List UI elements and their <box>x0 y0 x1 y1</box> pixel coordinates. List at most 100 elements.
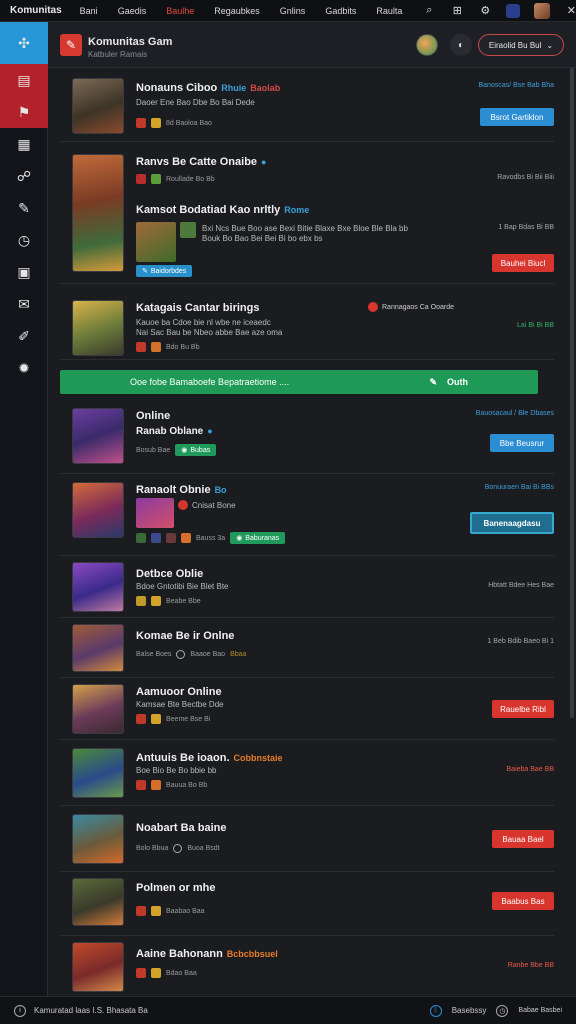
tag-icon <box>151 714 161 724</box>
banner-action[interactable]: Outh <box>447 377 468 388</box>
page-subtitle: Katbuler Ramais <box>88 50 148 59</box>
list-item[interactable]: Aaine Bahonann Bcbcbbsuel Bdao Baa Ranbe … <box>60 938 554 996</box>
tag-icon <box>151 118 161 128</box>
notification-badge-icon[interactable] <box>506 3 521 18</box>
list-item[interactable]: Aamuoor Online Kamsae Bte Bectbe Dde Bee… <box>60 680 554 740</box>
alert-icon <box>368 302 378 312</box>
action-button[interactable]: Bauhei Biucl <box>492 254 554 272</box>
sidebar-brush-icon[interactable]: ✐ <box>0 320 48 352</box>
genre-icon <box>136 968 146 978</box>
game-thumbnail <box>72 878 124 926</box>
banner-text: Ooe fobe Bamaboefe Bepatraetiome .... <box>130 377 290 387</box>
game-thumbnail <box>72 78 124 134</box>
status-bar: i Kamuratad laas I.S. Bhasata Ba ᛒ Baseb… <box>0 996 576 1024</box>
list-item[interactable]: Online Ranab Oblane ● Bosub Bae ◉ Bubas Bau… <box>60 402 554 474</box>
genre-icon <box>136 780 146 790</box>
sidebar-home-icon[interactable]: ✣ <box>0 22 48 64</box>
sidebar-store-icon[interactable]: ▤ <box>0 64 48 96</box>
list-item[interactable]: Antuuis Be ioaon. Cobbnstaie Boe Bio Be B… <box>60 742 554 806</box>
menu-item[interactable]: Regaubkes <box>214 6 260 16</box>
primary-action-button[interactable]: Banenaagdasu <box>470 512 554 534</box>
item-meta: 8d Baoloa Bao <box>136 118 212 128</box>
gamepad-icon[interactable]: ⊞ <box>450 4 464 18</box>
list-item[interactable]: Polmen or mhe Baabao Baa Baabus Bas <box>60 874 554 936</box>
tag-icon <box>151 906 161 916</box>
item-subtitle: Kamsot Bodatiad Kao nrltly Rome <box>136 204 310 216</box>
join-button[interactable]: Bsrot Gartiklon <box>480 108 554 126</box>
filter-dropdown[interactable]: Eiraolid Bu Bul ⌄ <box>478 34 564 56</box>
item-description-2: Bouk Bo Bao Bei Bei Bi bo ebx bs <box>202 234 323 243</box>
promo-banner[interactable]: Ooe fobe Bamaboefe Bepatraetiome .... ✎ O… <box>60 370 538 394</box>
item-meta: Roullade Bo Bb <box>136 174 215 184</box>
clock-icon[interactable]: ◷ <box>496 1004 509 1017</box>
scrollbar[interactable] <box>568 68 576 996</box>
sidebar-library-icon[interactable]: ▦ <box>0 128 48 160</box>
sub-thumbnail <box>136 222 176 262</box>
genre-icon <box>136 596 146 606</box>
sidebar-tools-icon[interactable]: ✎ <box>0 192 48 224</box>
clock-icon <box>173 844 183 853</box>
live-icon <box>178 500 188 510</box>
game-thumbnail <box>72 300 124 356</box>
community-list: Nonauns Ciboo Rhuie Baolab Daoer Ene Bao D… <box>48 68 568 996</box>
user-avatar[interactable] <box>534 2 551 19</box>
action-button[interactable]: Bauaa Bael <box>492 830 554 848</box>
item-title: Online <box>136 410 171 422</box>
game-thumbnail <box>72 684 124 734</box>
item-description: Kamsae Bte Bectbe Dde <box>136 700 224 709</box>
search-icon[interactable]: ⌕ <box>422 4 436 18</box>
list-item[interactable]: Noabart Ba baine Bolo Bbua Buoa Bsdt Baua… <box>60 808 554 872</box>
action-button[interactable]: Rauelbe Ribl <box>492 700 554 718</box>
list-item[interactable]: Komae Be ir Onlne Balse Boes Baaoe Bao Bba… <box>60 620 554 678</box>
scrollbar-thumb[interactable] <box>570 68 574 718</box>
menu-item[interactable]: Gaedis <box>118 6 147 16</box>
info-icon[interactable]: i <box>14 1004 26 1017</box>
header-avatar[interactable] <box>416 34 438 56</box>
list-item-expanded[interactable]: Ranvs Be Catte Onaibe ● Roullade Bo Bb Ra… <box>60 144 554 284</box>
list-item[interactable]: Detbce Oblie Bdoe Gntotibi Bie Blet Bte … <box>60 558 554 618</box>
check-icon: ◉ <box>236 535 243 542</box>
menu-item[interactable]: Gadbits <box>325 6 356 16</box>
item-title: Detbce Oblie <box>136 568 204 580</box>
genre-icon <box>136 342 146 352</box>
play-icon: ✎ <box>429 376 437 387</box>
list-item[interactable]: Nonauns Ciboo Rhuie Baolab Daoer Ene Bao D… <box>60 68 554 142</box>
category-pill: ✎ Baidorbdes <box>136 264 193 277</box>
list-item[interactable]: Katagais Cantar birings Rannagaos Ca Ooa… <box>60 286 554 360</box>
item-subtitle: Ranab Oblane ● <box>136 426 213 437</box>
item-meta: Baabao Baa <box>136 906 205 916</box>
sidebar: ✣ ▤ ⚑ ▦ ☍ ✎ ◷ ▣ ✉ ✐ ✹ <box>0 22 48 996</box>
sidebar-settings-icon[interactable]: ✹ <box>0 352 48 384</box>
game-thumbnail <box>72 562 124 612</box>
status-pill: ◉ Bubas <box>175 444 217 456</box>
lock-icon[interactable]: ◐ <box>450 34 472 56</box>
game-thumbnail <box>72 942 124 992</box>
action-button[interactable]: Baabus Bas <box>492 892 554 910</box>
sidebar-community-icon[interactable]: ⚑ <box>0 96 48 128</box>
join-button[interactable]: Bbe Beusrur <box>490 434 554 452</box>
sidebar-clock-icon[interactable]: ◷ <box>0 224 48 256</box>
genre-icon <box>136 906 146 916</box>
item-title: Ranaolt Obnie Bo <box>136 484 227 496</box>
menu-item[interactable]: Bani <box>80 6 98 16</box>
menu-item-active[interactable]: Baulhe <box>166 6 194 16</box>
sidebar-friends-icon[interactable]: ☍ <box>0 160 48 192</box>
item-description-2: Nai Sac Bau be Nbeo abbe Bae aze oma <box>136 328 283 337</box>
item-meta: Balse Boes Baaoe Bao Bbaa <box>136 650 247 659</box>
list-item[interactable]: Ranaolt Obnie Bo Cnisat Bone Bauss 3a ◉ Bab… <box>60 476 554 556</box>
item-meta: Bolo Bbua Buoa Bsdt <box>136 844 220 853</box>
chevron-down-icon: ⌄ <box>546 40 554 50</box>
settings-icon[interactable]: ⚙ <box>478 4 492 18</box>
close-icon[interactable]: ✕ <box>564 4 576 18</box>
bluetooth-icon[interactable]: ᛒ <box>429 1004 442 1017</box>
sidebar-chat-icon[interactable]: ✉ <box>0 288 48 320</box>
tag-icon <box>181 533 191 543</box>
item-description: Boe Bio Be Bo bbie bb <box>136 766 217 775</box>
sidebar-media-icon[interactable]: ▣ <box>0 256 48 288</box>
item-title: Noabart Ba baine <box>136 822 227 834</box>
item-title: Aamuoor Online <box>136 686 222 698</box>
menu-item[interactable]: Gnlins <box>280 6 306 16</box>
menu-item[interactable]: Raulta <box>376 6 402 16</box>
page-header: ✎ Komunitas Gam Katbuler Ramais ◐ Eiraol… <box>48 22 576 68</box>
item-title: Polmen or mhe <box>136 882 216 894</box>
